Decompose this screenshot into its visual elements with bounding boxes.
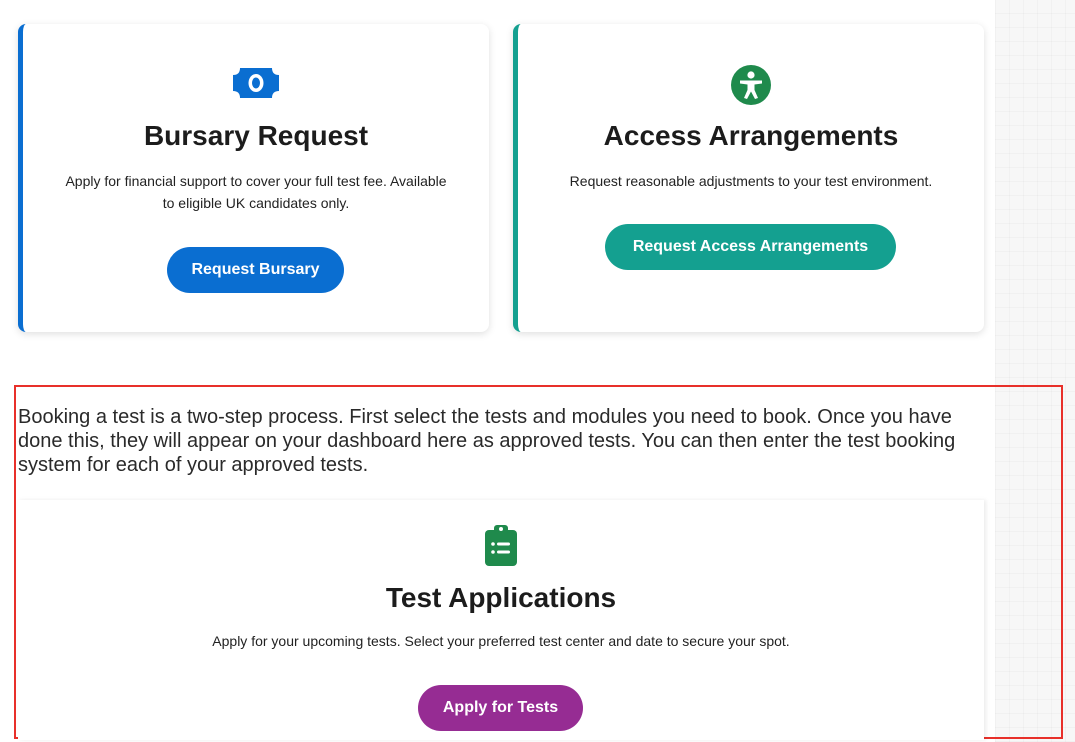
access-arrangements-card: Access Arrangements Request reasonable a… [513,24,984,332]
card-description: Request reasonable adjustments to your t… [569,173,933,189]
accessibility-icon [518,64,984,106]
card-title: Test Applications [385,582,617,613]
card-title: Bursary Request [143,120,369,151]
bursary-request-card: Bursary Request Apply for financial supp… [18,24,489,332]
booking-intro-text: Booking a test is a two-step process. Fi… [18,406,956,476]
card-title: Access Arrangements [603,120,899,151]
clipboard-list-icon [18,525,984,566]
money-bill-icon [23,66,489,100]
page: Bursary Request Apply for financial supp… [0,0,1075,742]
test-applications-card: Test Applications Apply for your upcomin… [18,500,984,740]
apply-for-tests-button[interactable]: Apply for Tests [418,685,583,731]
request-access-arrangements-button[interactable]: Request Access Arrangements [605,224,896,270]
request-bursary-button[interactable]: Request Bursary [167,247,344,293]
card-description: Apply for financial support to cover you… [65,173,447,211]
card-description: Apply for your upcoming tests. Select yo… [212,633,790,649]
